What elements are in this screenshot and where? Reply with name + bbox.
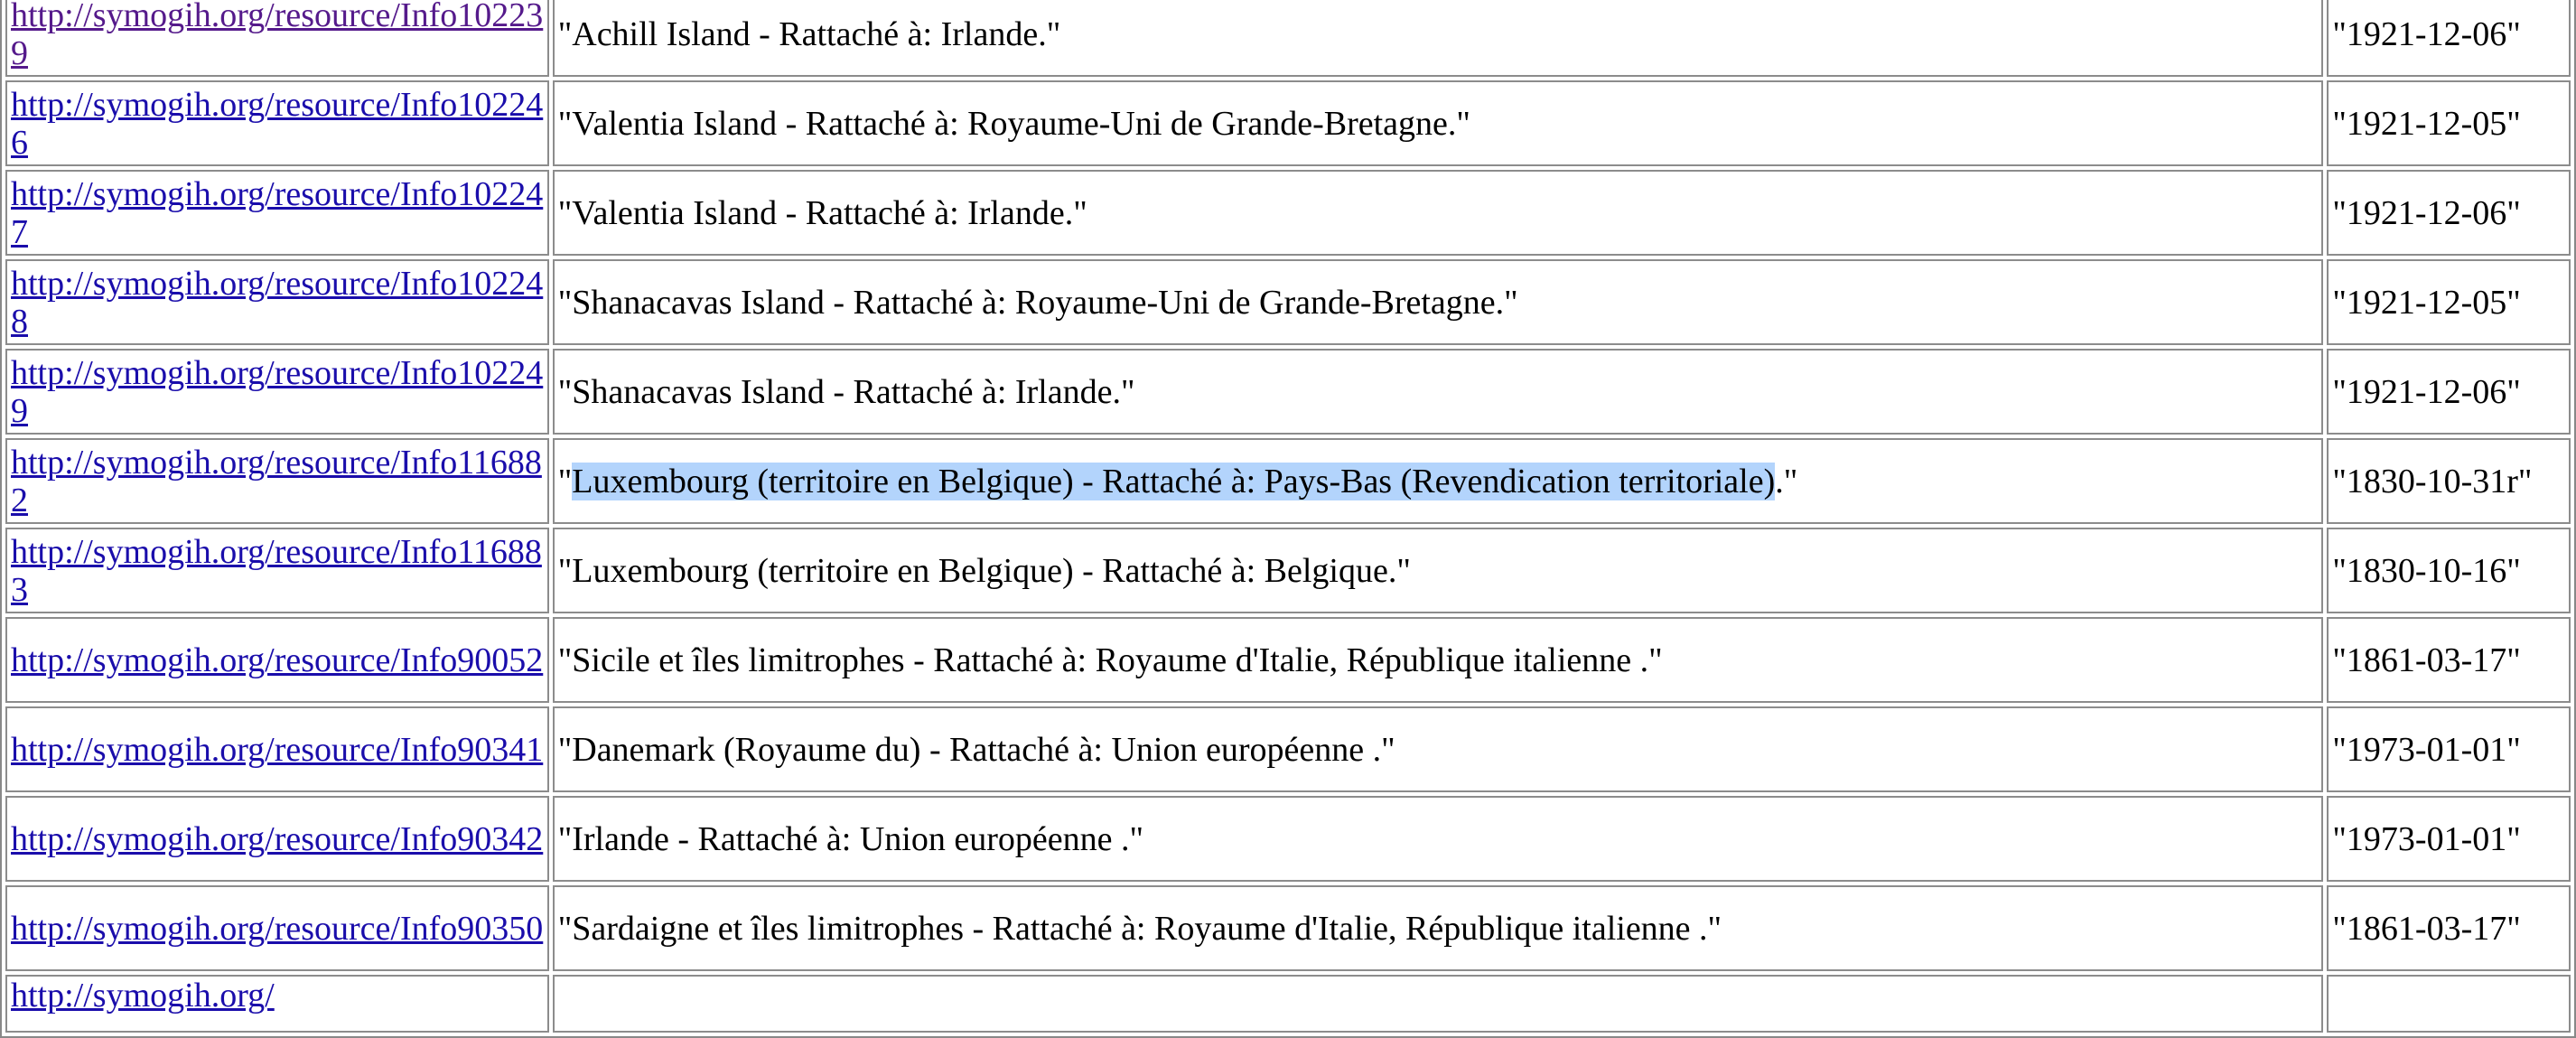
date-cell: "1921-12-06" xyxy=(2327,170,2571,256)
description-text-start: " xyxy=(557,14,573,53)
resource-cell: http://symogih.org/resource/Info102248 xyxy=(5,259,549,345)
description-text-start: " xyxy=(557,462,573,500)
description-cell: "Luxembourg (territoire en Belgique) - R… xyxy=(552,438,2324,524)
date-cell: "1921-12-05" xyxy=(2327,259,2571,345)
resource-cell: http://symogih.org/resource/Info90342 xyxy=(5,796,549,882)
selected-text-highlight: Luxembourg (territoire en Belgique) - Ra… xyxy=(572,462,1776,500)
resource-cell: http://symogih.org/resource/Info116882 xyxy=(5,438,549,524)
date-cell: "1973-01-01" xyxy=(2327,796,2571,882)
description-text: Sicile et îles limitrophes - Rattaché à:… xyxy=(572,641,1663,679)
table-row: http://symogih.org/resource/Info116882 "L… xyxy=(5,438,2571,524)
resource-link[interactable]: http://symogih.org/resource/Info90341 xyxy=(11,731,544,769)
resource-cell: http://symogih.org/resource/Info90341 xyxy=(5,706,549,792)
description-cell: "Valentia Island - Rattaché à: Irlande." xyxy=(552,170,2324,256)
table-row: http://symogih.org/resource/Info90350 "Sa… xyxy=(5,885,2571,971)
date-cell xyxy=(2327,975,2571,1033)
results-frame: http://symogih.org/resource/Info102239 "A… xyxy=(0,0,2576,1038)
table-row: http://symogih.org/resource/Info116883 "L… xyxy=(5,528,2571,613)
table-row: http://symogih.org/resource/Info102248 "S… xyxy=(5,259,2571,345)
description-cell: "Shanacavas Island - Rattaché à: Irlande… xyxy=(552,349,2324,435)
date-cell: "1921-12-06" xyxy=(2327,349,2571,435)
description-text: Irlande - Rattaché à: Union européenne .… xyxy=(572,819,1143,858)
description-text-start: " xyxy=(557,193,573,232)
table-row: http://symogih.org/resource/Info102249 "S… xyxy=(5,349,2571,435)
description-cell: "Irlande - Rattaché à: Union européenne … xyxy=(552,796,2324,882)
description-text-start: " xyxy=(557,909,573,948)
description-text-start: " xyxy=(557,551,573,590)
resource-cell: http://symogih.org/ xyxy=(5,975,549,1033)
resource-cell: http://symogih.org/resource/Info102239 xyxy=(5,0,549,77)
resource-cell: http://symogih.org/resource/Info102247 xyxy=(5,170,549,256)
date-cell: "1921-12-06" xyxy=(2327,0,2571,77)
resource-link[interactable]: http://symogih.org/resource/Info90350 xyxy=(11,910,544,948)
description-text: Achill Island - Rattaché à: Irlande." xyxy=(572,14,1061,53)
date-cell: "1830-10-31r" xyxy=(2327,438,2571,524)
date-cell: "1973-01-01" xyxy=(2327,706,2571,792)
resource-cell: http://symogih.org/resource/Info102249 xyxy=(5,349,549,435)
description-cell xyxy=(552,975,2324,1033)
description-cell: "Sardaigne et îles limitrophes - Rattach… xyxy=(552,885,2324,971)
description-text: Shanacavas Island - Rattaché à: Irlande.… xyxy=(572,372,1135,411)
description-text: Valentia Island - Rattaché à: Irlande." xyxy=(572,193,1087,232)
resource-link[interactable]: http://symogih.org/resource/Info90342 xyxy=(11,820,544,858)
description-text-start: " xyxy=(557,730,573,769)
table-row: http://symogih.org/resource/Info102247 "V… xyxy=(5,170,2571,256)
table-row: http://symogih.org/resource/Info102246 "V… xyxy=(5,80,2571,166)
description-text: Valentia Island - Rattaché à: Royaume-Un… xyxy=(572,104,1470,143)
description-cell: "Achill Island - Rattaché à: Irlande." xyxy=(552,0,2324,77)
description-text: Luxembourg (territoire en Belgique) - Ra… xyxy=(572,551,1411,590)
description-text: Shanacavas Island - Rattaché à: Royaume-… xyxy=(572,283,1518,322)
description-cell: "Shanacavas Island - Rattaché à: Royaume… xyxy=(552,259,2324,345)
resource-link[interactable]: http://symogih.org/ xyxy=(11,977,544,1015)
description-text-start: " xyxy=(557,819,573,858)
description-cell: "Valentia Island - Rattaché à: Royaume-U… xyxy=(552,80,2324,166)
table-row-partial: http://symogih.org/ xyxy=(5,975,2571,1033)
resource-link[interactable]: http://symogih.org/resource/Info102247 xyxy=(11,175,544,251)
description-text-start: " xyxy=(557,104,573,143)
description-text-start: " xyxy=(557,641,573,679)
resource-cell: http://symogih.org/resource/Info102246 xyxy=(5,80,549,166)
resource-cell: http://symogih.org/resource/Info90350 xyxy=(5,885,549,971)
resource-link[interactable]: http://symogih.org/resource/Info102246 xyxy=(11,86,544,162)
description-text: Sardaigne et îles limitrophes - Rattaché… xyxy=(572,909,1722,948)
date-cell: "1921-12-05" xyxy=(2327,80,2571,166)
results-table: http://symogih.org/resource/Info102239 "A… xyxy=(0,0,2576,1038)
table-row: http://symogih.org/resource/Info90052 "Si… xyxy=(5,617,2571,703)
description-cell: "Luxembourg (territoire en Belgique) - R… xyxy=(552,528,2324,613)
resource-cell: http://symogih.org/resource/Info90052 xyxy=(5,617,549,703)
table-row: http://symogih.org/resource/Info90342 "Ir… xyxy=(5,796,2571,882)
date-cell: "1861-03-17" xyxy=(2327,617,2571,703)
resource-link[interactable]: http://symogih.org/resource/Info116883 xyxy=(11,533,544,609)
resource-link[interactable]: http://symogih.org/resource/Info90052 xyxy=(11,641,544,679)
results-table-body: http://symogih.org/resource/Info102239 "A… xyxy=(5,0,2571,1033)
description-text: ." xyxy=(1775,462,1798,500)
resource-cell: http://symogih.org/resource/Info116883 xyxy=(5,528,549,613)
table-row: http://symogih.org/resource/Info102239 "A… xyxy=(5,0,2571,77)
date-cell: "1861-03-17" xyxy=(2327,885,2571,971)
description-cell: "Sicile et îles limitrophes - Rattaché à… xyxy=(552,617,2324,703)
resource-link[interactable]: http://symogih.org/resource/Info102249 xyxy=(11,354,544,430)
description-text: Danemark (Royaume du) - Rattaché à: Unio… xyxy=(572,730,1395,769)
resource-link[interactable]: http://symogih.org/resource/Info102239 xyxy=(11,0,544,72)
description-cell: "Danemark (Royaume du) - Rattaché à: Uni… xyxy=(552,706,2324,792)
resource-link[interactable]: http://symogih.org/resource/Info102248 xyxy=(11,265,544,341)
resource-link[interactable]: http://symogih.org/resource/Info116882 xyxy=(11,444,544,519)
date-cell: "1830-10-16" xyxy=(2327,528,2571,613)
description-text-start: " xyxy=(557,372,573,411)
description-text-start: " xyxy=(557,283,573,322)
table-row: http://symogih.org/resource/Info90341 "Da… xyxy=(5,706,2571,792)
